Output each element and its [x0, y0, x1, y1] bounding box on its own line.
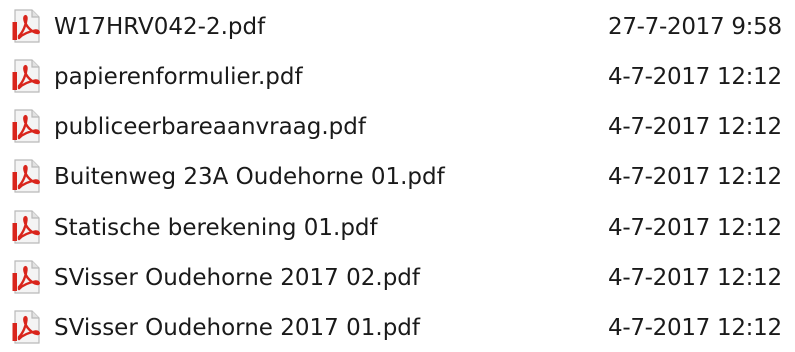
file-name: Buitenweg 23A Oudehorne 01.pdf [54, 164, 445, 190]
file-date-modified: 27-7-2017 9:58 [608, 14, 782, 40]
pdf-file-icon [12, 159, 40, 193]
file-name: publiceerbareaanvraag.pdf [54, 114, 366, 140]
file-date-modified: 4-7-2017 12:12 [608, 215, 782, 241]
file-date-modified: 4-7-2017 12:12 [608, 64, 782, 90]
file-date-modified: 4-7-2017 12:12 [608, 265, 782, 291]
file-row[interactable]: W17HRV042-2.pdf 27-7-2017 9:58 [0, 3, 795, 51]
file-row[interactable]: publiceerbareaanvraag.pdf 4-7-2017 12:12 [0, 103, 795, 151]
file-row[interactable]: SVisser Oudehorne 2017 02.pdf 4-7-2017 1… [0, 254, 795, 302]
pdf-file-icon [12, 59, 40, 93]
file-name: SVisser Oudehorne 2017 01.pdf [54, 315, 420, 341]
pdf-file-icon [12, 9, 40, 43]
file-row[interactable]: papierenformulier.pdf 4-7-2017 12:12 [0, 53, 795, 101]
file-name: papierenformulier.pdf [54, 64, 303, 90]
file-date-modified: 4-7-2017 12:12 [608, 114, 782, 140]
pdf-file-icon [12, 109, 40, 143]
file-date-modified: 4-7-2017 12:12 [608, 164, 782, 190]
file-name: Statische berekening 01.pdf [54, 215, 378, 241]
pdf-file-icon [12, 310, 40, 344]
file-name: W17HRV042-2.pdf [54, 14, 266, 40]
file-row[interactable]: Statische berekening 01.pdf 4-7-2017 12:… [0, 204, 795, 252]
file-name: SVisser Oudehorne 2017 02.pdf [54, 265, 420, 291]
pdf-file-icon [12, 260, 40, 294]
file-row[interactable]: SVisser Oudehorne 2017 01.pdf 4-7-2017 1… [0, 304, 795, 352]
pdf-file-icon [12, 210, 40, 244]
file-date-modified: 4-7-2017 12:12 [608, 315, 782, 341]
file-row[interactable]: Buitenweg 23A Oudehorne 01.pdf 4-7-2017 … [0, 153, 795, 201]
file-list: W17HRV042-2.pdf 27-7-2017 9:58 papierenf… [0, 0, 795, 348]
